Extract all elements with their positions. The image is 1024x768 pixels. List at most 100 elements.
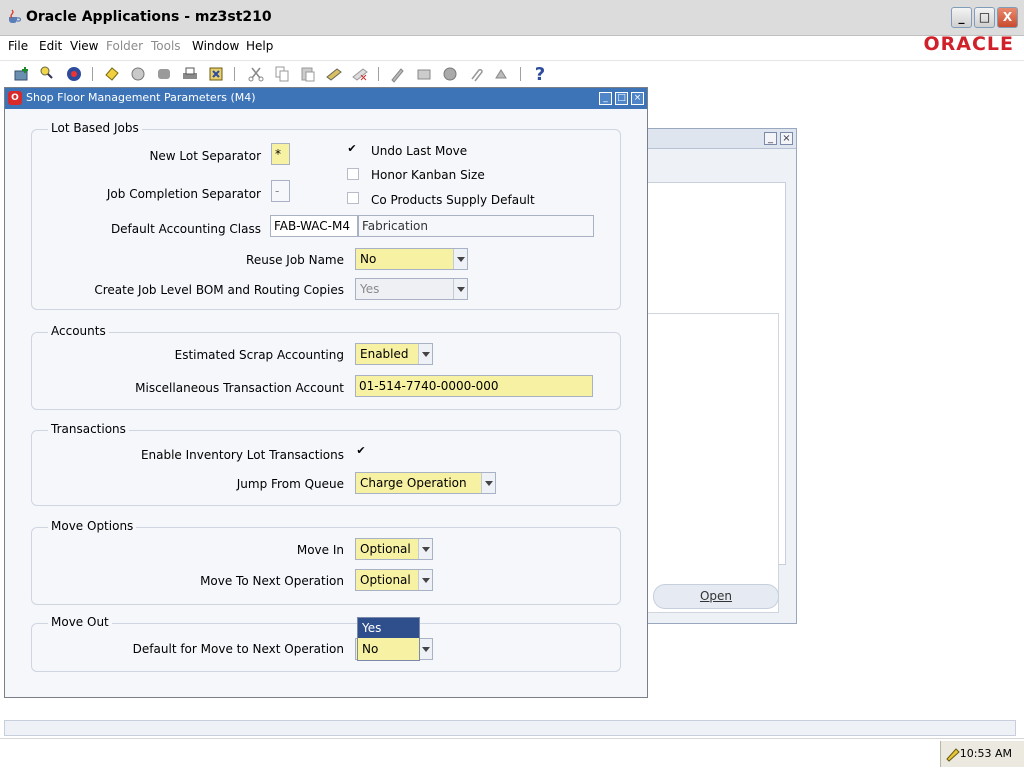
system-tray: 10:53 AM: [940, 741, 1024, 767]
close-form-icon[interactable]: [206, 64, 226, 84]
chevron-down-icon[interactable]: [481, 473, 495, 493]
enable-lot-transactions-checkbox[interactable]: ✔: [355, 445, 367, 457]
default-move-next-label: Default for Move to Next Operation: [132, 642, 344, 656]
print-icon[interactable]: [180, 64, 200, 84]
accounting-class-description: Fabrication: [358, 215, 594, 237]
paste-icon[interactable]: [298, 64, 318, 84]
background-window: _ × Open: [640, 128, 797, 624]
java-cup-icon: [9, 9, 22, 23]
reuse-job-name-select[interactable]: No: [355, 248, 468, 270]
status-bar: [4, 720, 1016, 736]
job-completion-separator-field[interactable]: -: [271, 180, 290, 202]
new-icon[interactable]: [12, 64, 32, 84]
background-list-panel: [647, 313, 779, 613]
reuse-job-name-value: No: [360, 252, 377, 266]
move-options-group: Move Options: [31, 519, 621, 605]
misc-transaction-account-field[interactable]: 01-514-7740-0000-000: [355, 375, 593, 397]
default-move-next-dropdown-list: Yes No: [357, 617, 420, 661]
dropdown-option-yes[interactable]: Yes: [358, 618, 419, 638]
move-in-select[interactable]: Optional: [355, 538, 433, 560]
navigator-icon[interactable]: [64, 64, 84, 84]
new-lot-separator-label: New Lot Separator: [149, 149, 261, 163]
undo-last-move-checkbox[interactable]: ✔: [346, 143, 358, 155]
folder-tools-icon[interactable]: [492, 64, 512, 84]
menu-tools[interactable]: Tools: [151, 39, 181, 53]
default-accounting-class-label: Default Accounting Class: [110, 222, 261, 236]
menu-edit[interactable]: Edit: [39, 39, 62, 53]
undo-last-move-label: Undo Last Move: [371, 144, 468, 158]
menu-bar: File Edit View Folder Tools Window Help: [0, 36, 1024, 58]
clear-record-icon[interactable]: [324, 64, 344, 84]
menu-view[interactable]: View: [70, 39, 98, 53]
misc-transaction-account-label: Miscellaneous Transaction Account: [135, 381, 344, 395]
menu-window[interactable]: Window: [192, 39, 239, 53]
job-completion-separator-label: Job Completion Separator: [106, 187, 261, 201]
oracle-logo: ORACLE: [923, 33, 1014, 55]
background-panel: [646, 182, 786, 613]
jump-from-queue-select[interactable]: Charge Operation: [355, 472, 496, 494]
minimize-button[interactable]: _: [951, 7, 972, 28]
window-title-bar: Oracle Applications - mz3st210 _ □ X: [0, 0, 1024, 36]
move-to-next-operation-select[interactable]: Optional: [355, 569, 433, 591]
chevron-down-icon[interactable]: [453, 279, 467, 299]
open-button[interactable]: Open: [653, 584, 779, 609]
cut-icon[interactable]: [246, 64, 266, 84]
create-job-level-bom-value: Yes: [360, 282, 380, 296]
new-lot-separator-field[interactable]: *: [271, 143, 290, 165]
estimated-scrap-select[interactable]: Enabled: [355, 343, 433, 365]
dialog-minimize-button[interactable]: _: [599, 92, 612, 105]
tray-pencil-icon[interactable]: [945, 746, 961, 762]
chevron-down-icon[interactable]: [418, 344, 432, 364]
create-job-level-bom-label: Create Job Level BOM and Routing Copies: [94, 283, 344, 297]
honor-kanban-size-checkbox[interactable]: [347, 168, 359, 180]
create-job-level-bom-select[interactable]: Yes: [355, 278, 468, 300]
background-window-title-bar: _ ×: [641, 129, 796, 149]
accounts-group: Accounts: [31, 324, 621, 410]
chevron-down-icon[interactable]: [453, 249, 467, 269]
open-button-label: Open: [699, 589, 733, 603]
find-icon[interactable]: [38, 64, 58, 84]
next-step-icon[interactable]: [128, 64, 148, 84]
chevron-down-icon[interactable]: [418, 539, 432, 559]
switch-responsibility-icon[interactable]: [154, 64, 174, 84]
help-icon[interactable]: ?: [530, 64, 550, 85]
menu-file[interactable]: File: [8, 39, 28, 53]
toolbar-separator: [92, 67, 93, 81]
close-window-button[interactable]: X: [997, 7, 1018, 28]
toolbar-separator: [520, 67, 521, 81]
clock: 10:53 AM: [959, 747, 1012, 760]
toolbar-separator: [234, 67, 235, 81]
bg-close-button[interactable]: ×: [780, 132, 793, 145]
copy-icon[interactable]: [272, 64, 292, 84]
move-to-next-operation-value: Optional: [360, 573, 411, 587]
dialog-close-button[interactable]: ×: [631, 92, 644, 105]
menu-help[interactable]: Help: [246, 39, 273, 53]
enable-lot-transactions-label: Enable Inventory Lot Transactions: [140, 448, 344, 462]
edit-field-icon[interactable]: [388, 64, 408, 84]
zoom-icon[interactable]: [414, 64, 434, 84]
maximize-button[interactable]: □: [974, 7, 995, 28]
move-options-title: Move Options: [48, 519, 137, 533]
dialog-title: Shop Floor Management Parameters (M4): [26, 91, 256, 104]
transactions-title: Transactions: [48, 422, 129, 436]
delete-record-icon[interactable]: [350, 64, 370, 84]
translations-icon[interactable]: [440, 64, 460, 84]
bg-minimize-button[interactable]: _: [764, 132, 777, 145]
chevron-down-icon[interactable]: [418, 570, 432, 590]
dropdown-option-no[interactable]: No: [358, 639, 419, 659]
lot-based-jobs-title: Lot Based Jobs: [48, 121, 142, 135]
default-accounting-class-field[interactable]: FAB-WAC-M4: [270, 215, 358, 237]
attachments-icon[interactable]: [466, 64, 486, 84]
oracle-forms-icon: O: [8, 91, 22, 105]
save-icon[interactable]: [102, 64, 122, 84]
menu-folder[interactable]: Folder: [106, 39, 143, 53]
dialog-maximize-button[interactable]: □: [615, 92, 628, 105]
honor-kanban-size-label: Honor Kanban Size: [371, 168, 485, 182]
sfm-parameters-dialog: O Shop Floor Management Parameters (M4) …: [4, 87, 648, 698]
accounts-title: Accounts: [48, 324, 109, 338]
chevron-down-icon[interactable]: [418, 639, 432, 659]
toolbar: ?: [0, 60, 1024, 86]
move-out-title: Move Out: [48, 615, 112, 629]
co-products-checkbox[interactable]: [347, 192, 359, 204]
move-to-next-operation-label: Move To Next Operation: [200, 574, 344, 588]
